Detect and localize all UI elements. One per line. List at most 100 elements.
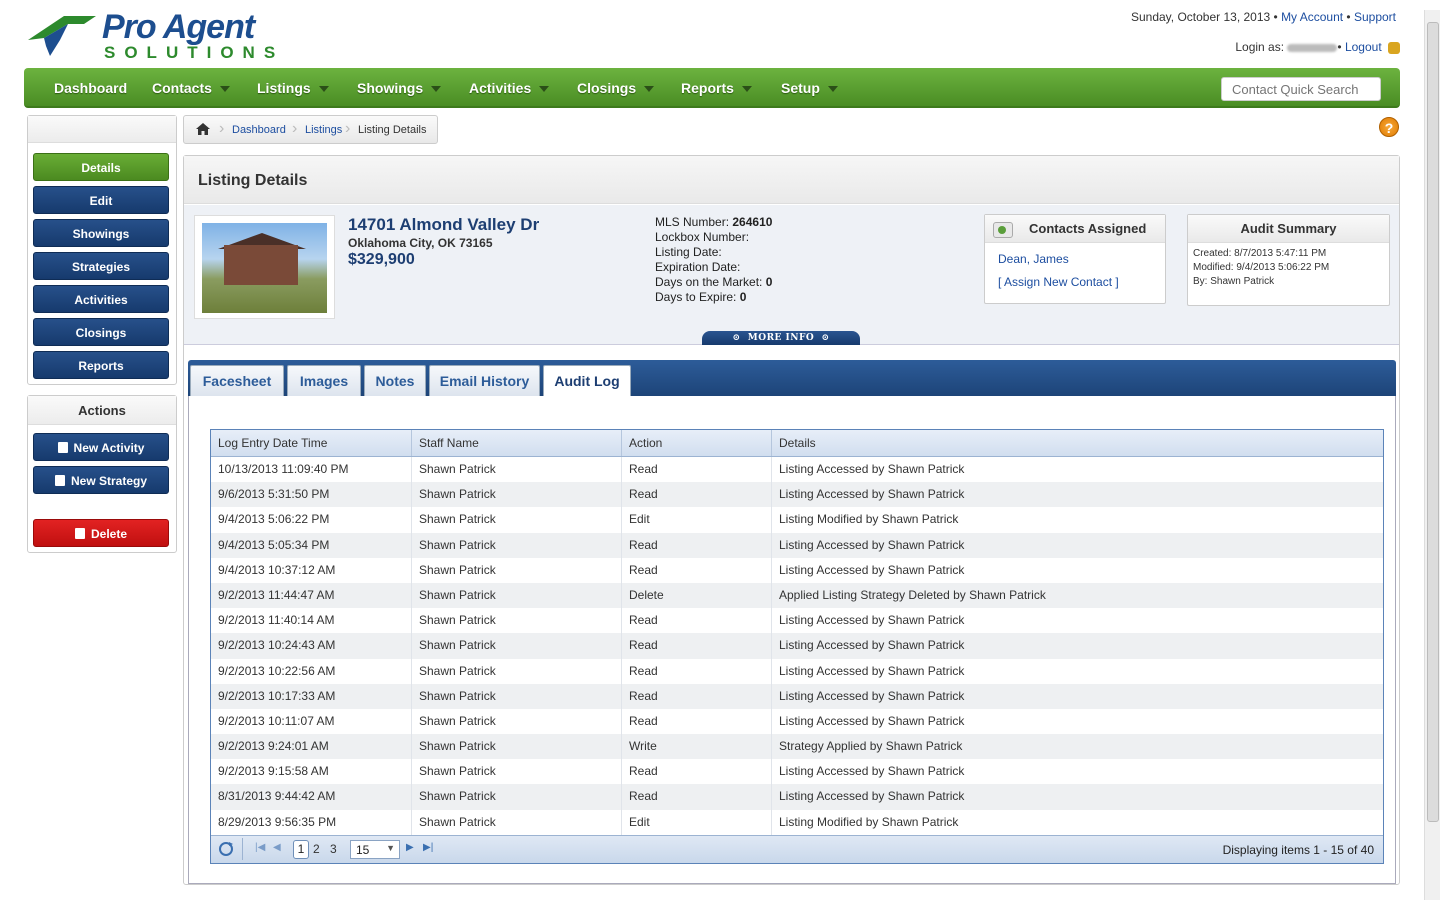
last-page-icon[interactable]: ▶|: [423, 842, 433, 853]
nav-dashboard[interactable]: Dashboard: [54, 80, 127, 96]
page-size-select[interactable]: 15 ▼: [350, 839, 400, 859]
table-cell: Listing Accessed by Shawn Patrick: [779, 537, 965, 552]
column-header[interactable]: Log Entry Date Time: [211, 430, 412, 456]
table-row[interactable]: 9/2/2013 10:22:56 AM Shawn Patrick Read Lis…: [211, 658, 1383, 684]
chevron-down-icon: ⊙: [732, 333, 741, 343]
table-cell: Shawn Patrick: [412, 557, 622, 583]
nav-listings[interactable]: Listings: [257, 80, 329, 96]
table-cell: Listing Accessed by Shawn Patrick: [779, 487, 965, 502]
table-row[interactable]: 9/2/2013 10:11:07 AM Shawn Patrick Read Lis…: [211, 708, 1383, 735]
dom-value: 0: [765, 275, 773, 289]
table-row[interactable]: 9/4/2013 10:37:12 AM Shawn Patrick Read Lis…: [211, 557, 1383, 583]
listing-details-panel: Listing Details 14701 Almond Valley Dr O…: [183, 155, 1400, 885]
page-scrollbar[interactable]: [1424, 10, 1440, 900]
chevron-down-icon: [219, 86, 230, 93]
sidebar-item-edit[interactable]: Edit: [33, 186, 169, 214]
sidebar-item-activities[interactable]: Activities: [33, 285, 169, 313]
table-row[interactable]: 9/2/2013 11:44:47 AM Shawn Patrick Delete A…: [211, 582, 1383, 609]
column-header[interactable]: Staff Name: [412, 430, 622, 456]
table-cell: Listing Accessed by Shawn Patrick: [779, 638, 965, 653]
table-row[interactable]: 9/6/2013 5:31:50 PM Shawn Patrick Read List…: [211, 482, 1383, 508]
refresh-icon[interactable]: [217, 840, 235, 858]
redacted-username: [1287, 43, 1338, 52]
help-icon[interactable]: ?: [1379, 117, 1399, 137]
contact-quick-search-input[interactable]: [1221, 77, 1381, 101]
document-icon: [54, 475, 65, 486]
assign-new-contact-link[interactable]: [ Assign New Contact ]: [985, 266, 1165, 289]
listing-price: $329,900: [348, 251, 415, 268]
contact-link[interactable]: Dean, James: [985, 243, 1165, 266]
sidebar-item-closings[interactable]: Closings: [33, 318, 169, 346]
sidebar-item-details[interactable]: Details: [33, 153, 169, 181]
tab-audit-log[interactable]: Audit Log: [543, 365, 631, 398]
breadcrumb-dashboard[interactable]: Dashboard: [232, 124, 286, 136]
table-cell: Read: [622, 683, 772, 709]
nav-closings[interactable]: Closings: [577, 80, 655, 96]
home-icon[interactable]: [196, 123, 210, 135]
table-row[interactable]: 9/4/2013 5:05:34 PM Shawn Patrick Read List…: [211, 532, 1383, 558]
listing-photo[interactable]: [194, 215, 335, 319]
my-account-link[interactable]: My Account: [1281, 10, 1343, 24]
breadcrumb-current: Listing Details: [358, 124, 427, 136]
table-row[interactable]: 10/13/2013 11:09:40 PM Shawn Patrick Read L…: [211, 457, 1383, 483]
column-header[interactable]: Action: [622, 430, 772, 456]
page-2-button[interactable]: 2: [313, 842, 320, 856]
table-cell: Shawn Patrick: [412, 457, 622, 483]
sidebar-item-reports[interactable]: Reports: [33, 351, 169, 379]
breadcrumb-listings[interactable]: Listings: [305, 124, 342, 136]
first-page-icon[interactable]: |◀: [255, 842, 265, 853]
nav-showings[interactable]: Showings: [357, 80, 442, 96]
table-cell: Applied Listing Strategy Deleted by Shaw…: [779, 587, 1046, 602]
table-cell: 9/2/2013 9:24:01 AM: [211, 734, 412, 760]
chevron-down-icon: [431, 86, 442, 93]
table-cell: Listing Accessed by Shawn Patrick: [779, 562, 965, 577]
new-activity-button[interactable]: New Activity: [33, 433, 169, 461]
nav-contacts[interactable]: Contacts: [152, 80, 230, 96]
breadcrumb-separator: ›: [292, 120, 298, 137]
table-row[interactable]: 8/31/2013 9:44:42 AM Shawn Patrick Read Lis…: [211, 784, 1383, 810]
nav-activities[interactable]: Activities: [469, 80, 550, 96]
tab-bar: Facesheet Images Notes Email History Aud…: [188, 360, 1396, 398]
brand-logo[interactable]: Pro Agent SOLUTIONS: [24, 8, 324, 64]
table-row[interactable]: 9/4/2013 5:06:22 PM Shawn Patrick Edit List…: [211, 507, 1383, 533]
logo-text-secondary: SOLUTIONS: [104, 43, 285, 62]
tab-email-history[interactable]: Email History: [429, 365, 540, 396]
previous-page-icon[interactable]: ◀: [273, 842, 281, 853]
table-cell: Listing Accessed by Shawn Patrick: [779, 663, 965, 678]
sidebar-item-strategies[interactable]: Strategies: [33, 252, 169, 280]
more-info-toggle[interactable]: ⊙ MORE INFO ⊙: [702, 331, 860, 345]
tab-notes[interactable]: Notes: [364, 365, 426, 396]
table-cell: Read: [622, 482, 772, 508]
delete-button[interactable]: Delete: [33, 519, 169, 547]
audit-log-content: Log Entry Date Time Staff Name Action De…: [188, 396, 1396, 884]
table-cell: 8/29/2013 9:56:35 PM: [211, 809, 412, 835]
page-title: Listing Details: [184, 156, 1399, 204]
table-row[interactable]: 9/2/2013 9:15:58 AM Shawn Patrick Read List…: [211, 759, 1383, 785]
page-1-button[interactable]: 1: [293, 839, 309, 859]
logout-link[interactable]: Logout: [1345, 40, 1382, 54]
nav-label: Closings: [577, 80, 637, 96]
nav-label: Contacts: [152, 80, 212, 96]
table-row[interactable]: 8/29/2013 9:56:35 PM Shawn Patrick Edit Lis…: [211, 809, 1383, 835]
logo-mark-icon: [28, 16, 96, 56]
support-link[interactable]: Support: [1354, 10, 1396, 24]
page-3-button[interactable]: 3: [330, 842, 337, 856]
nav-reports[interactable]: Reports: [681, 80, 752, 96]
sidebar-item-showings[interactable]: Showings: [33, 219, 169, 247]
mls-value: 264610: [732, 215, 773, 229]
column-header[interactable]: Details: [772, 430, 1383, 456]
table-row[interactable]: 9/2/2013 10:24:43 AM Shawn Patrick Read Lis…: [211, 633, 1383, 659]
table-row[interactable]: 9/2/2013 10:17:33 AM Shawn Patrick Read Lis…: [211, 683, 1383, 709]
actions-title: Actions: [28, 396, 176, 425]
table-cell: Shawn Patrick: [412, 582, 622, 609]
next-page-icon[interactable]: ▶: [406, 842, 414, 853]
table-row[interactable]: 9/2/2013 11:40:14 AM Shawn Patrick Read Lis…: [211, 608, 1383, 634]
tab-facesheet[interactable]: Facesheet: [190, 365, 284, 396]
new-strategy-button[interactable]: New Strategy: [33, 466, 169, 494]
scrollbar-thumb[interactable]: [1427, 22, 1439, 822]
nav-setup[interactable]: Setup: [781, 80, 838, 96]
table-cell: Shawn Patrick: [412, 708, 622, 735]
table-row[interactable]: 9/2/2013 9:24:01 AM Shawn Patrick Write Str…: [211, 734, 1383, 760]
audit-log-grid: Log Entry Date Time Staff Name Action De…: [210, 429, 1384, 864]
tab-images[interactable]: Images: [287, 365, 361, 396]
